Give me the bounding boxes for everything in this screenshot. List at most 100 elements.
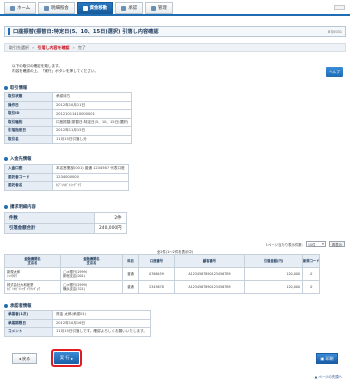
table-row: 新規太郎 ｼﾝｷﾀﾛｳ ◯×銀行(2999) 新宿支店(001) 普通 076645… <box>4 267 321 281</box>
new-code-cell: 0 <box>301 267 321 281</box>
approver-info-header: 承認者情報 <box>4 302 346 309</box>
tab-approval[interactable]: 承認 <box>115 2 143 14</box>
field-label: 承認者(1次) <box>4 310 53 320</box>
table-row: 承認者(1次) 資金 太郎(承認01) <box>4 310 151 320</box>
column-header: 金融機関名 支店名 <box>4 254 61 268</box>
page-size-value: 10件 <box>307 242 316 247</box>
transaction-info-title: 取引情報 <box>10 85 28 91</box>
field-value: 1234000000 <box>52 172 129 182</box>
page-size-control: 1ページ当たり表示件数: 10件 ▾ 再表示 <box>266 241 345 247</box>
field-label: 引落指定日 <box>4 126 53 136</box>
field-value: 本店営業部(001) 普通 1234567 代表口座 <box>52 164 129 174</box>
amount-cell: 120,000 <box>244 267 303 281</box>
field-value: 2件 <box>94 212 127 224</box>
field-value: 資金 太郎(承認01) <box>52 310 151 320</box>
tab-fund-transfer[interactable]: 資金移動 <box>76 2 114 14</box>
table-row: 件数 2件 <box>4 212 127 224</box>
field-label: 取引名 <box>4 134 53 144</box>
field-label: 取引ID <box>4 109 53 119</box>
section-bullet-icon <box>4 204 8 209</box>
tab-statement[interactable]: 明細照会 <box>38 2 75 14</box>
table-row: 取引状態 承認待ち <box>4 92 133 102</box>
field-label: 委託者名 <box>4 181 53 191</box>
column-header: 科目 <box>122 254 139 268</box>
section-bullet-icon <box>4 303 8 308</box>
column-header: 金融機関名 支店名 <box>60 254 123 268</box>
account-type-cell: 普通 <box>122 280 139 294</box>
table-row: 委託者名 ｶﾌﾞｼｷｶﾞｲｼｬﾃﾞｲﾜ <box>4 181 129 191</box>
tab-statement-label: 明細照会 <box>51 6 69 11</box>
print-button[interactable]: ▣ 印刷 <box>316 353 338 364</box>
gear-icon <box>151 5 156 11</box>
table-row: 取引名 11月15日引落し分 <box>4 134 133 144</box>
back-button[interactable]: ◂ 戻る <box>12 353 37 364</box>
field-value: 承認待ち <box>51 92 133 102</box>
column-header: 口座番号 <box>138 254 175 268</box>
table-row: 株式会社大和産業 ｶﾌﾞｼｷｶﾞｲｼｬﾀﾞｲﾜｻﾝｷﾞｮｳ ◯×銀行(2999) 横… <box>4 280 321 294</box>
step-select-payee: 取引先選択 <box>9 44 29 50</box>
chevron-right-icon: ▸ <box>70 355 74 361</box>
customer-name-cell: 新規太郎 ｼﾝｷﾀﾛｳ <box>4 267 61 281</box>
table-row: 引落金額合計 240,000円 <box>4 222 127 234</box>
check-icon <box>121 5 127 11</box>
billing-detail-table: 金融機関名 支店名 金融機関名 支店名 科目 口座番号 顧客番号 引落金額(円) 新… <box>4 254 321 294</box>
tab-fund-transfer-label: 資金移動 <box>89 6 108 11</box>
field-label: 取引状態 <box>4 92 53 102</box>
field-value: 2012年10月16日 <box>52 318 151 328</box>
instruction-text: 以下の取引の確定を致します。 内容を確認の上、「実行」ボタンを押してください。 <box>12 64 98 74</box>
field-value: 2012年10月11日 <box>51 100 133 110</box>
page-top-link[interactable]: ▲ ページの先頭へ <box>315 374 342 379</box>
chevron-down-icon: ▾ <box>322 242 324 246</box>
billing-summary-table: 件数 2件 引落金額合計 240,000円 <box>4 212 127 234</box>
field-label: 件数 <box>4 212 95 224</box>
column-header: 顧客番号 <box>174 254 245 268</box>
customer-number-cell: A12345678901234567B9 <box>174 267 245 281</box>
page-size-label: 1ページ当たり表示件数: <box>265 242 303 247</box>
table-header-row: 金融機関名 支店名 金融機関名 支店名 科目 口座番号 顧客番号 引落金額(円) 新… <box>4 254 321 268</box>
customer-number-cell: A12345678901234567B9 <box>174 280 245 294</box>
field-value: 240,000円 <box>94 222 127 234</box>
logout-button[interactable] <box>334 5 345 10</box>
screen-code: BTJE031 <box>327 29 342 34</box>
execute-button-label: 実 行 <box>59 355 70 360</box>
page-size-select[interactable]: 10件 ▾ <box>305 241 326 247</box>
column-header: 引落金額(円) <box>244 254 303 268</box>
redisplay-button[interactable]: 再表示 <box>328 241 345 247</box>
field-label: 取引種別 <box>4 117 53 127</box>
document-icon <box>44 5 50 11</box>
field-label: コメント <box>4 327 53 337</box>
tab-admin-label: 管理 <box>158 6 167 11</box>
tab-admin[interactable]: 管理 <box>145 2 173 14</box>
step-indicator: 取引先選択 » 引落し内容を確認 » 完了 <box>4 43 346 52</box>
account-type-cell: 普通 <box>122 267 139 281</box>
instruction-line-2: 内容を確認の上、「実行」ボタンを押してください。 <box>12 69 99 73</box>
table-row: 取引ID 20121011410000001 <box>4 109 133 119</box>
field-label: 操作日 <box>4 100 53 110</box>
help-button[interactable]: ヘルプ <box>326 67 343 77</box>
page-top-label: ページの先頭へ <box>318 375 342 379</box>
transaction-info-header: 取引情報 <box>4 84 346 91</box>
bank-cell: ◯×銀行(2999) 新宿支店(001) <box>60 267 123 281</box>
nav-divider <box>0 14 350 16</box>
field-label: 委託者コード <box>4 172 53 182</box>
account-number-cell: 2345678 <box>138 280 175 294</box>
page-title: 口座振替(振替日:特定日(5、10、15日)選択) 引落し内容確認 <box>13 29 159 35</box>
field-label: 入金口座 <box>4 164 53 174</box>
tab-home[interactable]: ホーム <box>4 2 37 14</box>
table-row: 承認期限日 2012年10月16日 <box>4 318 151 328</box>
execute-button[interactable]: 実 行 ▸ <box>54 352 79 364</box>
customer-name-cell: 株式会社大和産業 ｶﾌﾞｼｷｶﾞｲｼｬﾀﾞｲﾜｻﾝｷﾞｮｳ <box>4 280 61 294</box>
payee-info-table: 入金口座 本店営業部(001) 普通 1234567 代表口座 委託者コード 123… <box>4 164 129 191</box>
title-marker <box>8 28 10 35</box>
tab-approval-label: 承認 <box>128 6 137 11</box>
new-code-cell: 0 <box>301 280 321 294</box>
payee-info-title: 入金先情報 <box>10 156 32 162</box>
table-row: 引落指定日 2012年11月15日 <box>4 126 133 136</box>
field-label: 引落金額合計 <box>4 222 95 234</box>
payee-info-header: 入金先情報 <box>4 155 346 162</box>
field-value: 20121011410000001 <box>51 109 133 119</box>
home-icon <box>10 5 15 11</box>
printer-icon: ▣ <box>320 356 325 361</box>
field-value: 口座振替(振替日:特定日(5、10、15日)選択) <box>51 117 133 127</box>
global-nav: ホーム 明細照会 資金移動 承認 管理 <box>4 2 173 14</box>
